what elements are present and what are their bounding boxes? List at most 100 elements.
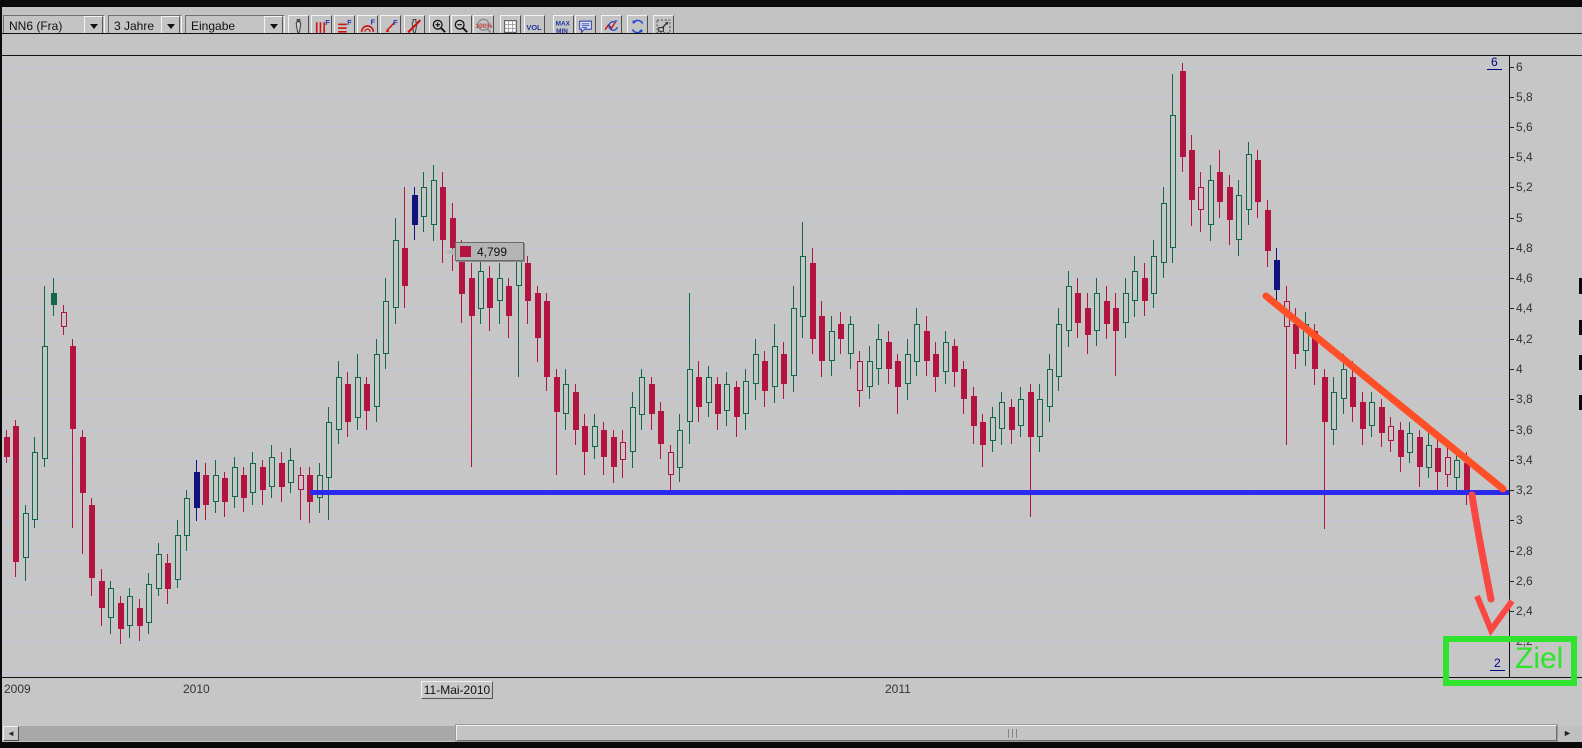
candle bbox=[1018, 399, 1024, 426]
chevron-down-icon bbox=[270, 24, 278, 29]
candle bbox=[743, 381, 749, 414]
candle bbox=[620, 442, 626, 460]
scrollbar-thumb[interactable] bbox=[456, 725, 1557, 741]
svg-text:MAX: MAX bbox=[556, 20, 571, 27]
mode-dropdown-value: Eingabe bbox=[186, 19, 264, 33]
candle bbox=[753, 354, 759, 384]
candle bbox=[1009, 407, 1015, 430]
candle bbox=[819, 316, 825, 361]
candle bbox=[402, 248, 408, 286]
candle bbox=[724, 384, 730, 411]
candle bbox=[810, 263, 816, 339]
candle bbox=[42, 346, 48, 459]
candle bbox=[687, 369, 693, 422]
candle bbox=[762, 361, 768, 391]
price-tick-label: 5,4 bbox=[1516, 150, 1533, 164]
candle bbox=[175, 535, 181, 580]
candle bbox=[544, 301, 550, 377]
candle bbox=[990, 417, 996, 441]
year-tick-label: 2009 bbox=[4, 682, 31, 696]
candle bbox=[1189, 150, 1195, 200]
scrollbar-track[interactable] bbox=[19, 726, 457, 741]
candle bbox=[487, 278, 493, 308]
support-line-drawing[interactable] bbox=[310, 490, 1509, 495]
candle bbox=[288, 460, 294, 483]
main-toolbar: NN6 (Fra) 3 Jahre Eingabe F bbox=[0, 7, 1582, 33]
candle bbox=[1360, 402, 1366, 429]
candle bbox=[1151, 256, 1157, 294]
candle bbox=[61, 312, 67, 327]
candle bbox=[800, 256, 806, 317]
candle bbox=[431, 180, 437, 225]
time-axis-line bbox=[0, 677, 1582, 678]
scrollbar-grip bbox=[1008, 729, 1009, 738]
candle bbox=[213, 475, 219, 502]
candle bbox=[232, 467, 238, 497]
candle bbox=[639, 377, 645, 415]
price-tick-label: 4,4 bbox=[1516, 301, 1533, 315]
candle bbox=[137, 608, 143, 626]
svg-text:F: F bbox=[325, 18, 330, 27]
svg-text:F: F bbox=[393, 18, 398, 27]
selected-date-box: 11-Mai-2010 bbox=[421, 681, 493, 699]
candle bbox=[1464, 463, 1470, 490]
scrollbar-left-arrow[interactable]: ◄ bbox=[3, 726, 19, 741]
candle bbox=[1161, 203, 1167, 263]
candle bbox=[791, 308, 797, 376]
price-tick-label: 5,8 bbox=[1516, 90, 1533, 104]
candle bbox=[1028, 392, 1034, 437]
window-left-edge bbox=[0, 0, 2, 748]
candle bbox=[1398, 430, 1404, 457]
candle bbox=[772, 346, 778, 387]
value-tooltip: 4,799 bbox=[455, 242, 524, 261]
candle bbox=[478, 271, 484, 309]
candle bbox=[1246, 154, 1252, 210]
candle bbox=[1331, 392, 1337, 430]
min-price-marker: 2 bbox=[1490, 656, 1505, 671]
candle bbox=[4, 437, 10, 457]
candle bbox=[611, 437, 617, 467]
down-candle-swatch-icon bbox=[460, 246, 471, 257]
candle bbox=[1094, 293, 1100, 331]
candle bbox=[459, 256, 465, 294]
candle bbox=[146, 584, 152, 623]
candle bbox=[895, 361, 901, 387]
candle bbox=[1236, 195, 1242, 240]
candle bbox=[383, 301, 389, 354]
candle bbox=[374, 354, 380, 407]
candle bbox=[848, 324, 854, 354]
price-tick-label: 3,8 bbox=[1516, 392, 1533, 406]
candle bbox=[156, 554, 162, 589]
price-tick-label: 4,6 bbox=[1516, 271, 1533, 285]
candle bbox=[13, 426, 19, 562]
candle bbox=[326, 422, 332, 478]
candle bbox=[592, 426, 598, 447]
candle bbox=[260, 467, 266, 490]
candle bbox=[1056, 324, 1062, 377]
candle bbox=[269, 457, 275, 487]
candle bbox=[355, 377, 361, 418]
price-tick-label: 5,6 bbox=[1516, 120, 1533, 134]
scrollbar-grip bbox=[1012, 729, 1013, 738]
scrollbar-grip bbox=[1016, 729, 1017, 738]
candle bbox=[1388, 426, 1394, 441]
chart-canvas[interactable] bbox=[0, 56, 1509, 677]
chevron-down-icon bbox=[90, 24, 98, 29]
chart-title-bar: NANOREPRO AG (Frankfurt) bbox=[0, 34, 1582, 55]
candle bbox=[118, 603, 124, 629]
candle bbox=[336, 377, 342, 430]
candle bbox=[1312, 331, 1318, 369]
candle bbox=[345, 384, 351, 422]
window-top-edge bbox=[0, 0, 1582, 7]
candle bbox=[952, 346, 958, 372]
candle bbox=[914, 324, 920, 362]
candle bbox=[980, 422, 986, 445]
candle bbox=[23, 513, 29, 558]
candle bbox=[582, 426, 588, 452]
candle bbox=[1037, 399, 1043, 437]
candle bbox=[971, 396, 977, 426]
candle bbox=[165, 563, 171, 589]
scrollbar-right-arrow[interactable]: ► bbox=[1563, 728, 1572, 738]
candle bbox=[943, 342, 949, 372]
candle bbox=[279, 463, 285, 487]
